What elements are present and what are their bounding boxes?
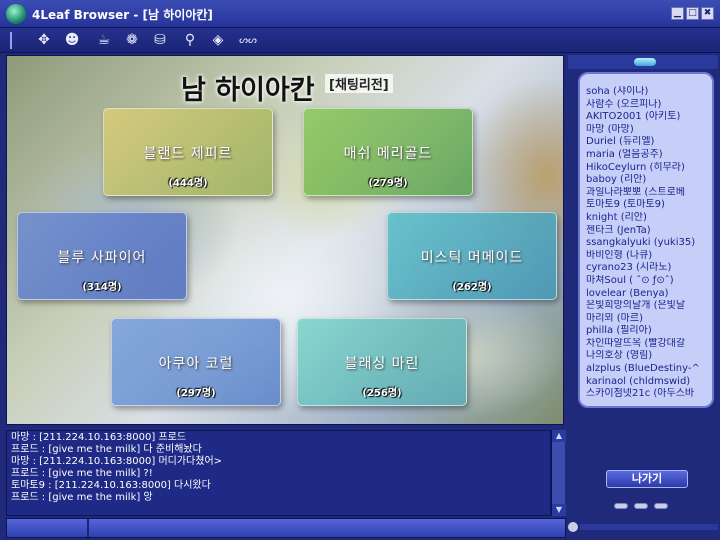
list-item[interactable]: 마쳐Soul ( ˆ⊙ ƒ⊙ˆ) bbox=[586, 275, 708, 288]
list-item[interactable]: 사람수 (오르피나) bbox=[586, 99, 708, 112]
title-bar: 4Leaf Browser - [남 하이아칸] ▁ □ ✖ bbox=[0, 0, 720, 28]
list-item[interactable]: Duriel (듀리엘) bbox=[586, 136, 708, 149]
chat-message: 토마토9 : [211.224.10.163:8000] 다시왔다 bbox=[11, 480, 211, 491]
list-item[interactable]: 젠타크 (JenTa) bbox=[586, 225, 708, 238]
globe-icon[interactable]: ❁ bbox=[122, 31, 142, 50]
room-count: (262명) bbox=[452, 282, 492, 293]
user-list[interactable]: soha (샤이나) 사람수 (오르피나) AKITO2001 (아키토) 마망… bbox=[578, 72, 714, 408]
chat-message: 프로드 : [give me the milk] 앙 bbox=[11, 492, 153, 503]
room-name: 블랜드 제피르 bbox=[143, 146, 233, 162]
maximize-button[interactable]: □ bbox=[686, 7, 699, 20]
panel-toggle-handle[interactable] bbox=[634, 58, 656, 66]
list-item[interactable]: alzplus (BlueDestiny-^ bbox=[586, 363, 708, 376]
scroll-down-icon[interactable]: ▼ bbox=[552, 504, 566, 516]
room-card-mystic-mermaid[interactable]: 미스틱 머메이드 (262명) bbox=[387, 212, 557, 300]
cup-icon[interactable]: ☕ bbox=[94, 31, 114, 50]
page-subtitle: [채팅리전] bbox=[325, 74, 393, 93]
list-item[interactable]: 스카이점넷21c (아두스바 bbox=[586, 388, 708, 401]
mini-button-2[interactable] bbox=[634, 503, 648, 509]
list-item[interactable]: AKITO2001 (아키토) bbox=[586, 111, 708, 124]
list-item[interactable]: 은빛희망의날개 (은빛날 bbox=[586, 300, 708, 313]
room-count: (444명) bbox=[168, 178, 208, 189]
chat-log: 마망 : [211.224.10.163:8000] 프로드 프로드 : [gi… bbox=[6, 430, 551, 516]
status-dot bbox=[568, 522, 578, 532]
chat-input[interactable] bbox=[93, 521, 563, 535]
room-card-blue-sapphire[interactable]: 블루 사파이어 (314명) bbox=[17, 212, 187, 300]
toolbar: ✥ ☻ ☕ ❁ ⛁ ⚲ ◈ ᔕᔕ bbox=[0, 28, 720, 53]
room-name: 블루 사파이어 bbox=[57, 250, 147, 266]
list-item[interactable]: karinaol (chldmswid) bbox=[586, 376, 708, 389]
list-item[interactable]: 토마토9 (토마토9) bbox=[586, 199, 708, 212]
list-item[interactable]: 바비인형 (나큐) bbox=[586, 250, 708, 263]
person-icon[interactable]: ☻ bbox=[62, 31, 82, 50]
list-item[interactable]: 과일나라뽀뽀 (스트로베 bbox=[586, 187, 708, 200]
list-item[interactable]: ssangkalyuki (yuki35) bbox=[586, 237, 708, 250]
mini-button-3[interactable] bbox=[654, 503, 668, 509]
arrows-icon[interactable]: ✥ bbox=[34, 31, 54, 50]
chat-message: 프로드 : [give me the milk] ?! bbox=[11, 468, 153, 479]
bottom-strip bbox=[580, 524, 718, 530]
chat-message: 마망 : [211.224.10.163:8000] 프로드 bbox=[11, 432, 187, 443]
chat-input-bar bbox=[6, 518, 566, 538]
list-item[interactable]: HikoCeylurn (히무라) bbox=[586, 162, 708, 175]
list-item[interactable]: cyrano23 (시라노) bbox=[586, 262, 708, 275]
chat-scrollbar[interactable]: ▲ ▼ bbox=[551, 430, 566, 516]
mini-button-group bbox=[614, 503, 668, 509]
clover-app-icon[interactable] bbox=[6, 4, 26, 24]
exit-button[interactable]: 나가기 bbox=[606, 470, 688, 488]
list-item[interactable]: knight (리안) bbox=[586, 212, 708, 225]
mini-button-1[interactable] bbox=[614, 503, 628, 509]
room-card-blend-zephyr[interactable]: 블랜드 제피르 (444명) bbox=[103, 108, 273, 196]
list-item[interactable]: baboy (리안) bbox=[586, 174, 708, 187]
window-controls: ▁ □ ✖ bbox=[671, 7, 714, 20]
list-item[interactable]: philla (필리아) bbox=[586, 325, 708, 338]
list-item[interactable]: 나의호상 (영림) bbox=[586, 350, 708, 363]
scroll-up-icon[interactable]: ▲ bbox=[552, 430, 566, 442]
window-title: 4Leaf Browser - [남 하이아칸] bbox=[32, 8, 213, 22]
search-icon[interactable]: ⚲ bbox=[180, 31, 200, 50]
room-name: 미스틱 머메이드 bbox=[420, 250, 524, 266]
room-card-aqua-coral[interactable]: 아쿠아 코럴 (297명) bbox=[111, 318, 281, 406]
list-item[interactable]: 마망 (마망) bbox=[586, 124, 708, 137]
panel-header-bar bbox=[568, 55, 718, 69]
room-count: (279명) bbox=[368, 178, 408, 189]
treasure-icon[interactable]: ⛁ bbox=[150, 31, 170, 50]
chat-input-divider bbox=[87, 519, 89, 537]
room-name: 매쉬 메리골드 bbox=[343, 146, 433, 162]
list-item[interactable]: 차인따알뜨옥 (빨강대갈 bbox=[586, 338, 708, 351]
room-name: 아쿠아 코럴 bbox=[158, 356, 234, 372]
page-title: 남 하이아칸 bbox=[181, 75, 315, 106]
list-item[interactable]: 마리뫼 (마르) bbox=[586, 313, 708, 326]
toolbar-grip bbox=[10, 32, 12, 49]
list-item[interactable]: lovelear (Benya) bbox=[586, 288, 708, 301]
channel-map: 남 하이아칸 [채팅리전] 블랜드 제피르 (444명) 매쉬 메리골드 (27… bbox=[6, 55, 564, 425]
room-name: 블래싱 마린 bbox=[344, 356, 420, 372]
chain-icon[interactable]: ᔕᔕ bbox=[234, 31, 262, 50]
room-card-mesh-marigold[interactable]: 매쉬 메리골드 (279명) bbox=[303, 108, 473, 196]
room-count: (256명) bbox=[362, 388, 402, 399]
diamond-icon[interactable]: ◈ bbox=[208, 31, 228, 50]
close-button[interactable]: ✖ bbox=[701, 7, 714, 20]
chat-message: 마망 : [211.224.10.163:8000] 머디가다쳤어> bbox=[11, 456, 223, 467]
room-card-blessing-marine[interactable]: 블래싱 마린 (256명) bbox=[297, 318, 467, 406]
room-count: (297명) bbox=[176, 388, 216, 399]
list-item[interactable]: soha (샤이나) bbox=[586, 86, 708, 99]
minimize-button[interactable]: ▁ bbox=[671, 7, 684, 20]
list-item[interactable]: maria (얼음공주) bbox=[586, 149, 708, 162]
room-count: (314명) bbox=[82, 282, 122, 293]
chat-message: 프로드 : [give me the milk] 다 준비해놨다 bbox=[11, 444, 202, 455]
